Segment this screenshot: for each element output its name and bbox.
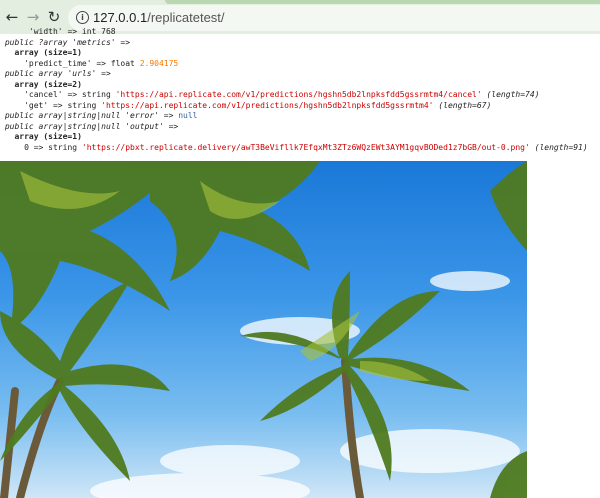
predict-value: 2.904175 xyxy=(139,58,179,68)
error-value: null xyxy=(178,111,198,120)
cancel-url: 'https://api.replicate.com/v1/prediction… xyxy=(115,90,482,99)
get-key: 'get' => string xyxy=(24,100,102,110)
dump-line: public array|string|null 'error' => null xyxy=(0,111,600,122)
dump-line: public array|string|null 'output' => xyxy=(0,122,600,133)
dump-line: 'cancel' => string 'https://api.replicat… xyxy=(0,90,600,101)
cancel-length: (length=74) xyxy=(486,90,540,99)
urls-array: array (size=2) xyxy=(14,79,82,89)
predict-key: 'predict_time' => float xyxy=(24,58,140,68)
metrics-array: array (size=1) xyxy=(14,48,82,57)
output-url: 'https://pbxt.replicate.delivery/awT3BeV… xyxy=(81,142,530,152)
metrics-decl: public ?array 'metrics' => xyxy=(4,37,131,47)
arrow-right-icon[interactable]: → xyxy=(25,9,41,25)
info-icon[interactable]: i xyxy=(76,11,89,24)
output-length: (length=91) xyxy=(534,142,588,152)
dump-line: 'get' => string 'https://api.replicate.c… xyxy=(0,101,600,112)
output-array: array (size=1) xyxy=(14,132,82,141)
arrow-left-icon[interactable]: ← xyxy=(4,9,20,25)
palm-trees-illustration xyxy=(0,161,527,498)
url-host: 127.0.0.1 xyxy=(93,10,148,25)
error-decl: public array|string|null 'error' => xyxy=(4,111,179,120)
output-decl: public array|string|null 'output' => xyxy=(4,121,179,131)
url-text[interactable]: 127.0.0.1/replicatetest/ xyxy=(93,10,225,25)
dump-line: public array 'urls' => xyxy=(0,69,600,80)
active-tab-edge xyxy=(165,0,600,4)
dump-line-metrics: public ?array 'metrics' => xyxy=(0,38,600,49)
url-path: /replicatetest/ xyxy=(147,10,225,25)
dump-line: 0 => string 'https://pbxt.replicate.deli… xyxy=(0,143,600,154)
get-url: 'https://api.replicate.com/v1/prediction… xyxy=(101,100,434,110)
output-key: 0 => string xyxy=(24,142,82,152)
width-line: 'width' => int 768 xyxy=(28,27,116,36)
generated-image-palm-trees xyxy=(0,161,527,498)
var-dump-output: 'width' => int 768 public ?array 'metric… xyxy=(0,27,600,154)
cancel-key: 'cancel' => string xyxy=(24,90,116,99)
reload-icon[interactable]: ↻ xyxy=(46,9,62,25)
dump-line-width: 'width' => int 768 xyxy=(0,27,600,38)
urls-decl: public array 'urls' => xyxy=(4,69,111,78)
dump-line: array (size=1) xyxy=(0,48,600,59)
get-length: (length=67) xyxy=(438,100,492,110)
dump-line: 'predict_time' => float 2.904175 xyxy=(0,59,600,70)
dump-line: array (size=2) xyxy=(0,80,600,91)
dump-line: array (size=1) xyxy=(0,132,600,143)
